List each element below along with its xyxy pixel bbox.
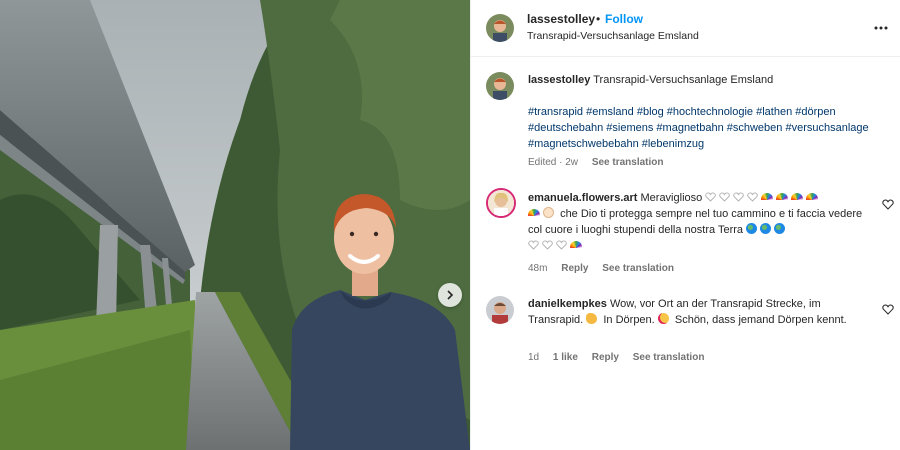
globe-icon [760,223,772,234]
rainbow-icon [791,193,804,200]
like-comment-button[interactable] [882,199,894,211]
see-translation-link[interactable]: See translation [633,352,705,363]
heart-eyes-icon [657,313,669,324]
rainbow-icon [806,193,819,200]
rainbow-icon [776,193,789,200]
heart-outline-icon [882,304,894,318]
white-heart-icon [705,191,717,202]
follow-button[interactable]: Follow [605,12,643,26]
comment-text-continued: In Dörpen. [603,314,655,326]
comment-username[interactable]: danielkempkes [528,298,607,310]
like-comment-button[interactable] [882,304,894,316]
globe-icon [774,223,786,234]
photo-illustration [0,0,470,450]
white-heart-icon [542,239,553,250]
post-side-panel: lassestolley • Follow Transrapid-Versuch… [470,0,900,450]
comment-meta: 48m Reply See translation [528,263,685,274]
angel-face-icon [543,207,554,218]
comment-username[interactable]: emanuela.flowers.art [528,192,637,204]
heart-outline-icon [882,199,894,213]
comment-text: Meraviglioso [640,192,703,204]
white-heart-icon [733,191,745,202]
like-count[interactable]: 1 like [553,352,578,363]
white-heart-icon [556,239,567,250]
more-horizontal-icon [874,21,888,33]
caption-username[interactable]: lassestolley [528,74,590,86]
comment-text-final: Schön, dass jemand Dörpen kennt. [674,314,847,326]
comment-text-continued: che Dio ti protegga sempre nel tuo cammi… [528,208,863,236]
post-photo[interactable] [0,0,470,450]
rainbow-icon [761,193,774,200]
caption-meta: Edited · 2w See translation [528,157,675,168]
see-translation-link[interactable]: See translation [602,263,674,274]
comment-meta: 1d 1 like Reply See translation [528,352,715,363]
rainbow-icon [570,241,582,248]
white-heart-icon [747,191,759,202]
caption-avatar[interactable] [486,72,514,100]
author-avatar[interactable] [486,14,514,42]
white-heart-icon [719,191,731,202]
comment-time: 48m [528,263,548,274]
clapping-hands-icon [586,313,598,324]
edited-timestamp: Edited · 2w [528,157,579,168]
comment-time: 1d [528,352,540,363]
caption-hashtags[interactable]: #transrapid #emsland #blog #hochtechnolo… [528,104,873,152]
white-heart-icon [528,239,539,250]
see-translation-link[interactable]: See translation [592,157,664,168]
more-options-button[interactable] [871,17,891,37]
next-photo-button[interactable] [438,283,462,307]
reply-button[interactable]: Reply [592,352,619,363]
chevron-right-icon [445,290,455,300]
commenter-avatar[interactable] [486,296,514,324]
commenter-avatar[interactable] [486,188,516,218]
globe-icon [746,223,758,234]
emoji-row [705,192,821,204]
post-header: lassestolley • Follow Transrapid-Versuch… [471,0,900,57]
reply-button[interactable]: Reply [561,263,588,274]
post-location[interactable]: Transrapid-Versuchsanlage Emsland [527,30,699,42]
caption-text: Transrapid-Versuchsanlage Emsland [593,74,774,86]
author-username[interactable]: lassestolley [527,12,595,26]
rainbow-icon [528,209,540,216]
separator-dot: • [596,12,601,26]
